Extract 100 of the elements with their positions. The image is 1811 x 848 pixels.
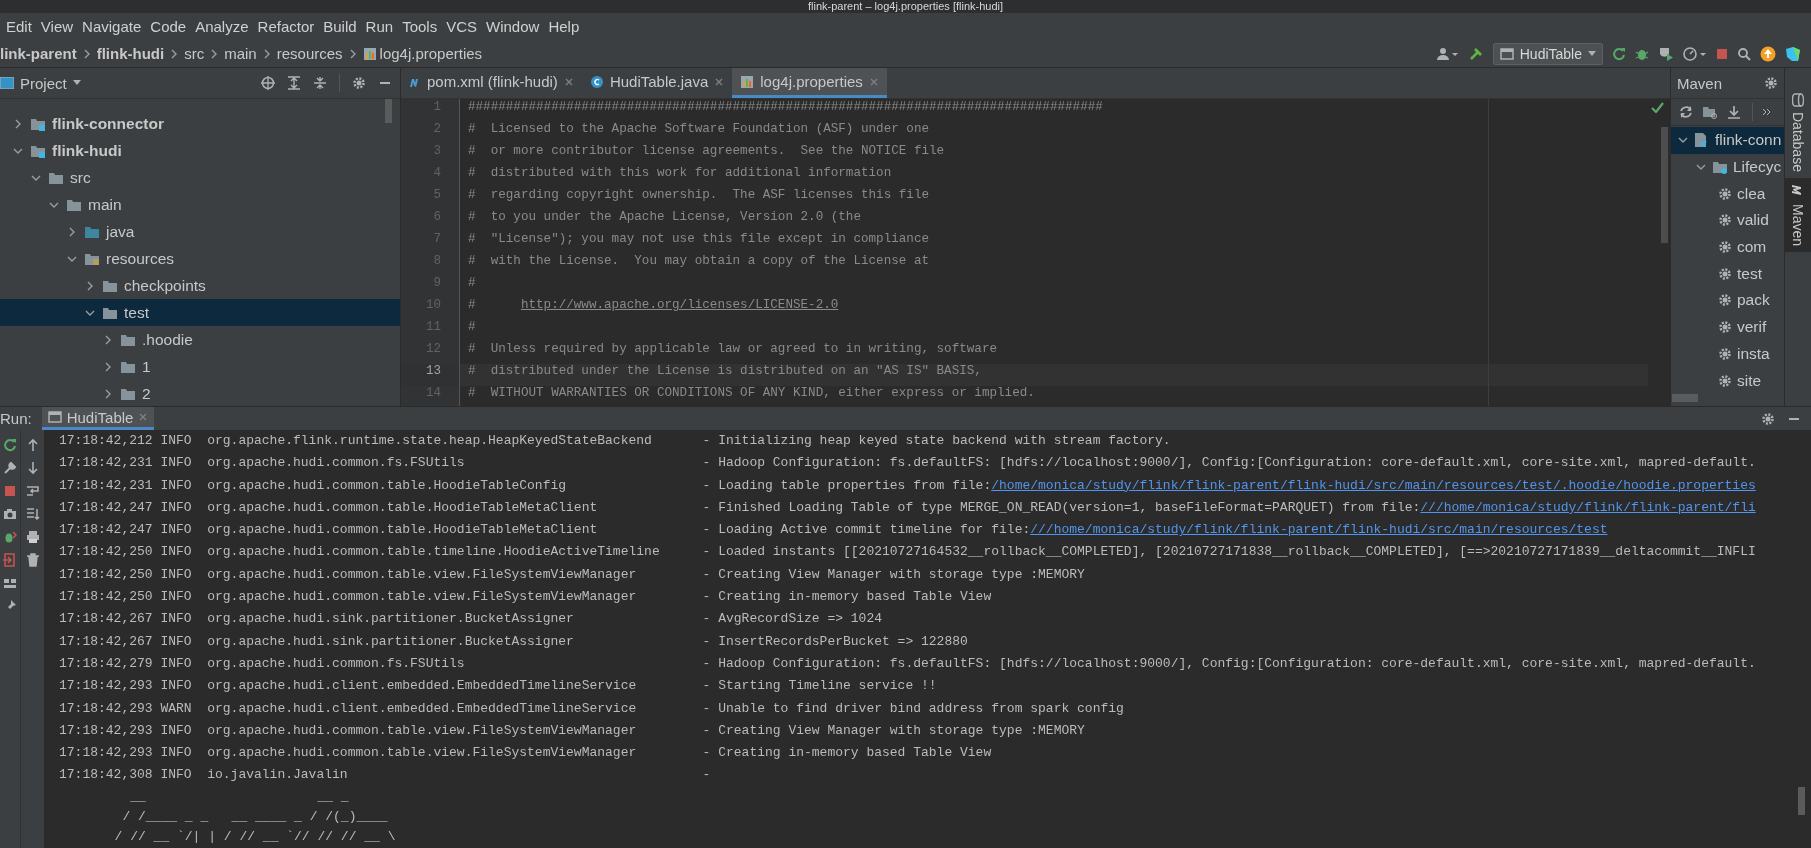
breadcrumb-item[interactable]: src: [184, 45, 205, 62]
menu-item[interactable]: View: [40, 18, 80, 35]
tree-item[interactable]: checkpoints: [0, 272, 400, 299]
trash-icon[interactable]: [25, 553, 40, 567]
expand-all-icon[interactable]: [287, 76, 301, 90]
stop-icon[interactable]: [3, 484, 17, 498]
gauge-icon[interactable]: [1683, 46, 1707, 61]
tree-item[interactable]: 1: [0, 353, 400, 380]
tree-item[interactable]: com: [1671, 233, 1784, 261]
shield-play-icon[interactable]: [1658, 46, 1674, 61]
print-icon[interactable]: [25, 530, 40, 544]
download-icon[interactable]: [1727, 105, 1743, 119]
breadcrumb-item[interactable]: log4j.properties: [362, 45, 483, 62]
collapse-all-icon[interactable]: [313, 76, 327, 90]
menu-item[interactable]: Tools: [402, 18, 444, 35]
menu-item[interactable]: Code: [150, 18, 193, 35]
folder-icon: [1712, 159, 1728, 176]
menu-item[interactable]: Run: [365, 18, 400, 35]
scrollbar-thumb[interactable]: [385, 99, 392, 123]
rerun-icon[interactable]: [1612, 46, 1626, 61]
code-line: # to you under the Apache License, Version 2.0 (the: [467, 210, 862, 226]
tree-item[interactable]: flink-connector: [0, 110, 400, 137]
close-icon[interactable]: [714, 76, 725, 87]
breadcrumb-item[interactable]: resources: [276, 45, 343, 62]
tree-item[interactable]: site: [1671, 367, 1784, 394]
log-line: 17:18:42,308 INFO io.javalin.Javalin -: [59, 766, 711, 785]
close-icon[interactable]: [563, 76, 574, 87]
crosshair-icon[interactable]: [261, 76, 275, 90]
editor-tab[interactable]: pom.xml (flink-hudi): [401, 68, 582, 98]
scrollbar-thumb[interactable]: [1798, 787, 1805, 815]
log-line: 17:18:42,293 INFO org.apache.hudi.client.embedded.EmbeddedTimelineService - Starting Timeline service !!: [59, 677, 937, 696]
bug-arrows-icon[interactable]: [3, 530, 17, 544]
layout-icon[interactable]: [3, 576, 17, 590]
tree-item[interactable]: clea: [1671, 180, 1784, 208]
user-icon[interactable]: [1436, 46, 1459, 61]
tree-item[interactable]: java: [0, 218, 400, 245]
menu-item[interactable]: Help: [548, 18, 586, 35]
tree-item[interactable]: resources: [0, 245, 400, 272]
menu-item[interactable]: VCS: [446, 18, 483, 35]
camera-icon[interactable]: [3, 507, 17, 521]
tree-item[interactable]: valid: [1671, 207, 1784, 234]
menu-item[interactable]: Build: [323, 18, 363, 35]
project-view-dropdown[interactable]: Project: [0, 74, 81, 92]
wrench-icon[interactable]: [3, 461, 17, 475]
menu-item[interactable]: Navigate: [82, 18, 148, 35]
side-tab[interactable]: Maven: [1785, 177, 1811, 252]
tree-item[interactable]: .hoodie: [0, 326, 400, 353]
folder-refresh-icon[interactable]: [1702, 105, 1718, 119]
log-line: 17:18:42,293 WARN org.apache.hudi.client.embedded.EmbeddedTimelineService - Unable to find driver bind address from spark config: [59, 699, 1124, 718]
refresh-icon[interactable]: [1679, 105, 1693, 119]
rerun-icon[interactable]: [3, 438, 17, 452]
scrollbar-thumb[interactable]: [1661, 127, 1668, 243]
tree-item[interactable]: pack: [1671, 287, 1784, 314]
tree-item[interactable]: main: [0, 191, 400, 218]
file-link[interactable]: ///home/monica/study/flink/flink-parent/flink-hudi/src/main/resources/test: [1030, 522, 1608, 538]
stop-icon[interactable]: [1716, 47, 1728, 60]
tree-item[interactable]: insta: [1671, 340, 1784, 368]
tree-item[interactable]: verif: [1671, 313, 1784, 341]
editor-tab[interactable]: log4j.properties: [732, 68, 887, 98]
breadcrumb-item[interactable]: link-parent: [0, 45, 77, 62]
settings-icon[interactable]: [1761, 411, 1775, 426]
tree-item[interactable]: test: [0, 299, 400, 326]
chevron-right-icon: [348, 48, 357, 59]
breadcrumb-item[interactable]: main: [224, 45, 257, 62]
tree-item[interactable]: src: [0, 164, 400, 191]
run-tab[interactable]: HudiTable: [41, 407, 155, 430]
soft-wrap-icon[interactable]: [25, 484, 40, 498]
search-icon[interactable]: [1737, 46, 1751, 61]
scrollbar-thumb[interactable]: [1672, 394, 1698, 402]
settings-icon[interactable]: [1764, 76, 1778, 90]
menu-item[interactable]: Analyze: [195, 18, 255, 35]
url-link[interactable]: http://www.apache.org/licenses/LICENSE-2.0: [520, 298, 839, 312]
menu-item[interactable]: Window: [486, 18, 546, 35]
up-arrow-circle-icon[interactable]: [1760, 45, 1776, 62]
scroll-to-end-icon[interactable]: [25, 507, 40, 521]
file-link[interactable]: ///home/monica/study/flink/flink-parent/fli: [1420, 499, 1756, 515]
exit-icon[interactable]: [3, 553, 17, 567]
tree-item[interactable]: 2: [0, 380, 400, 406]
file-link[interactable]: /home/monica/study/flink/flink-parent/flink-hudi/src/main/resources/test/.hoodie/hoodie.properties: [991, 477, 1756, 493]
tree-item[interactable]: flink-hudi: [0, 137, 400, 164]
code-line: # or more contributor license agreements. See the NOTICE file: [467, 144, 946, 160]
more-icon[interactable]: [1762, 107, 1772, 117]
chevron-right-icon: [170, 48, 179, 59]
run-configuration-dropdown[interactable]: HudiTable: [1492, 42, 1603, 65]
panel-title: Maven: [1677, 74, 1723, 92]
code-line: #: [467, 320, 477, 336]
tree-item[interactable]: flink-conn: [1671, 127, 1784, 154]
breadcrumb-item[interactable]: flink-hudi: [96, 45, 165, 62]
banner-line: / /____ _ _ __ ____ _ / /(_)____: [121, 807, 388, 826]
window-title: flink-parent – log4j.properties [flink-hudi]: [807, 0, 1003, 13]
bar-chart-file-icon: [740, 74, 755, 89]
side-tab[interactable]: Database: [1785, 88, 1811, 178]
down-arrow-icon[interactable]: [25, 461, 40, 475]
tree-item[interactable]: Lifecyc: [1671, 153, 1784, 181]
settings-icon[interactable]: [352, 76, 366, 90]
menu-item[interactable]: Refactor: [257, 18, 321, 35]
tree-item[interactable]: test: [1671, 260, 1784, 288]
editor-tab[interactable]: HudiTable.java: [581, 68, 733, 98]
menu-item[interactable]: Edit: [6, 18, 38, 35]
toolbox-icon[interactable]: [1785, 45, 1801, 62]
